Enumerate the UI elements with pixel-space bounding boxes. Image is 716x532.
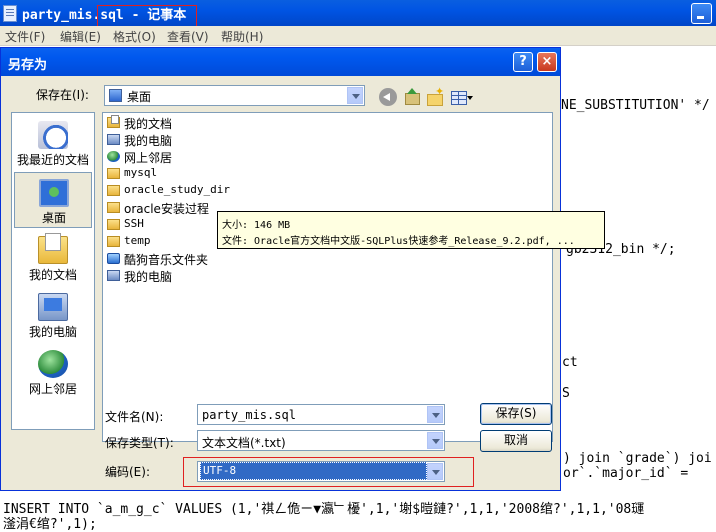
network-icon (107, 151, 120, 162)
computer-icon (107, 270, 120, 281)
notepad-app-icon (3, 5, 17, 22)
place-label: 我的电脑 (28, 325, 77, 339)
file-name: 网上邻居 (124, 151, 173, 165)
editor-text-line: or`.`major_id` = (563, 466, 689, 481)
editor-text-line: S (562, 386, 570, 401)
docs-folder-icon (107, 115, 120, 128)
place-label: 网上邻居 (28, 382, 77, 396)
folder-icon (107, 185, 120, 196)
file-list[interactable]: 我的文档 我的电脑 网上邻居 mysql oracle_study_dir or… (102, 112, 553, 442)
filetype-value: 文本文档(*.txt) (202, 436, 286, 450)
filename-input[interactable]: party_mis.sql (197, 404, 445, 425)
place-label: 我的文档 (28, 268, 77, 282)
up-folder-icon[interactable] (403, 88, 421, 106)
file-tooltip: 大小: 146 MB 文件: Oracle官方文档中文版-SQLPlus快速参考… (217, 211, 605, 249)
file-name: mysql (124, 166, 158, 179)
desktop-icon (109, 89, 122, 102)
menu-help[interactable]: 帮助(H) (221, 28, 263, 45)
help-button[interactable]: ? (513, 52, 533, 72)
editor-text-line: NE_SUBSTITUTION' */ (561, 98, 710, 113)
recent-documents-icon (38, 121, 68, 149)
file-name: oracle安装过程 (124, 202, 209, 216)
filename-label: 文件名(N): (105, 410, 164, 424)
menu-format[interactable]: 格式(O) (113, 28, 156, 45)
file-name: temp (124, 234, 151, 247)
file-name: SSH (124, 217, 144, 230)
tooltip-file: 文件: Oracle官方文档中文版-SQLPlus快速参考_Release_9.… (222, 236, 575, 247)
new-folder-icon[interactable] (426, 85, 444, 106)
places-bar: 我最近的文档 桌面 我的文档 我的电脑 网上邻居 (11, 112, 95, 430)
save-in-dropdown[interactable]: 桌面 (104, 85, 365, 106)
folder-icon (107, 202, 120, 213)
menu-view[interactable]: 查看(V) (167, 28, 209, 45)
filetype-label: 保存类型(T): (105, 436, 174, 450)
file-name: 我的文档 (124, 117, 173, 131)
editor-text-line: ct (562, 355, 578, 370)
menu-edit[interactable]: 编辑(E) (60, 28, 101, 45)
place-my-computer[interactable]: 我的电脑 (14, 287, 92, 343)
filename-value: party_mis.sql (202, 408, 296, 422)
save-button[interactable]: 保存(S) (480, 403, 552, 425)
place-network[interactable]: 网上邻居 (14, 344, 92, 400)
place-my-documents[interactable]: 我的文档 (14, 230, 92, 286)
notepad-menu-bar: 文件(F) 编辑(E) 格式(O) 查看(V) 帮助(H) (0, 26, 716, 46)
folder-icon (107, 168, 120, 179)
app-folder-icon (107, 253, 120, 264)
close-button[interactable]: × (537, 52, 557, 72)
save-as-dialog: 另存为 ? × 保存在(I): 桌面 我最近的文档 桌面 我的文档 我的电脑 (0, 47, 561, 491)
menu-file[interactable]: 文件(F) (5, 28, 45, 45)
file-name: 我的电脑 (124, 134, 173, 148)
folder-icon (107, 219, 120, 230)
minimize-button[interactable] (691, 3, 712, 24)
my-computer-icon (38, 293, 68, 321)
editor-text-line: 滏涓€绾?',1); (3, 517, 97, 532)
encoding-label: 编码(E): (105, 465, 150, 479)
place-label: 桌面 (41, 211, 66, 225)
editor-text-line: INSERT INTO `a_m_g_c` VALUES (1,'祺ㄥ佹ㄧ▼瀛﹂… (3, 502, 645, 517)
chevron-down-icon[interactable] (427, 432, 443, 449)
dialog-title: 另存为 (8, 58, 48, 73)
dialog-title-bar: 另存为 ? × (1, 48, 560, 76)
desktop-icon (39, 179, 69, 207)
place-label: 我最近的文档 (16, 153, 89, 167)
file-name: 我的电脑 (124, 270, 173, 284)
save-in-value: 桌面 (127, 90, 152, 104)
save-in-label: 保存在(I): (36, 88, 89, 102)
folder-icon (107, 236, 120, 247)
views-menu-icon[interactable] (451, 88, 473, 106)
highlight-box-encoding (183, 457, 474, 487)
cancel-button[interactable]: 取消 (480, 430, 552, 452)
file-name: 酷狗音乐文件夹 (124, 253, 209, 267)
my-documents-icon (38, 233, 68, 264)
editor-text-line: ) join `grade`) joi (563, 451, 712, 466)
filetype-dropdown[interactable]: 文本文档(*.txt) (197, 430, 445, 451)
place-desktop[interactable]: 桌面 (14, 172, 92, 228)
place-recent-documents[interactable]: 我最近的文档 (14, 115, 92, 171)
chevron-down-icon[interactable] (427, 406, 443, 423)
network-places-icon (38, 350, 68, 378)
back-icon[interactable] (379, 88, 397, 106)
tooltip-size: 大小: 146 MB (222, 220, 291, 231)
file-name: oracle_study_dir (124, 183, 230, 196)
chevron-down-icon[interactable] (347, 87, 363, 104)
computer-icon (107, 134, 120, 145)
